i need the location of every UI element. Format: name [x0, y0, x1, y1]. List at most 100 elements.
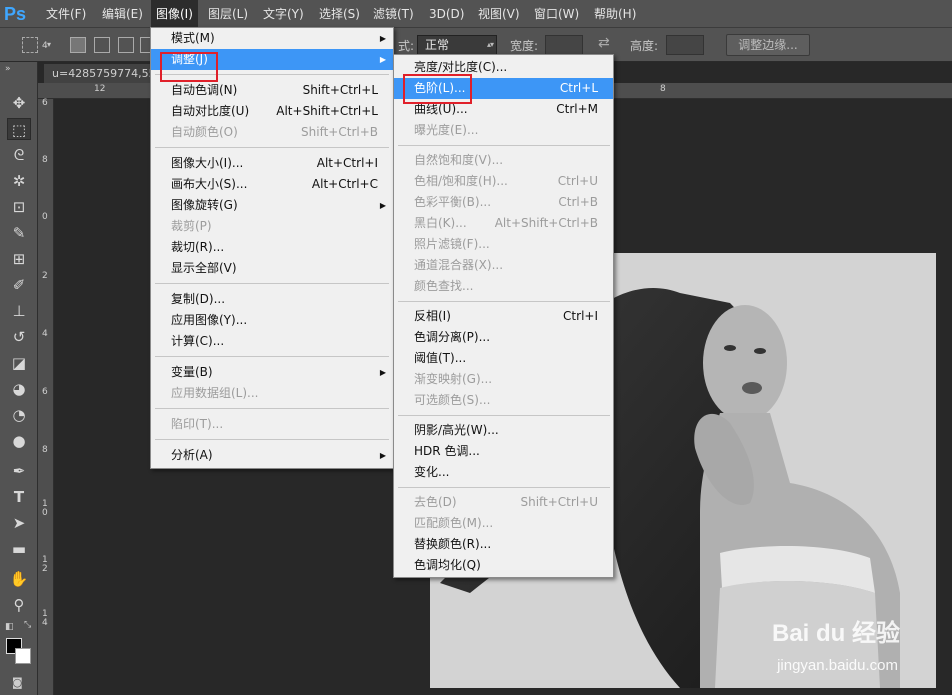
menu-item-HDR-色调[interactable]: HDR 色调... [394, 441, 613, 462]
menu-item-label: 去色(D) [414, 495, 457, 509]
menu-item-应用图像[interactable]: 应用图像(Y)... [151, 310, 393, 331]
menu-item-自动对比度[interactable]: 自动对比度(U) Alt+Shift+Ctrl+L [151, 101, 393, 122]
menu-edit[interactable]: 编辑(E) [97, 0, 148, 28]
menu-item-shortcut: Shift+Ctrl+U [520, 495, 598, 509]
menu-item-label: 照片滤镜(F)... [414, 237, 490, 251]
dodge-tool-icon[interactable]: ● [7, 430, 31, 452]
tools-panel: » ✥ ⬚ ᘓ ✲ ⊡ ✎ ⊞ ✐ ⊥ ↺ ◪ ◕ ◔ ● ✒ T ➤ ▬ ✋ … [0, 62, 38, 695]
menu-item-裁剪: 裁剪(P) [151, 216, 393, 237]
collapse-panel-icon[interactable]: » [5, 64, 11, 74]
submenu-arrow-icon: ▶ [379, 368, 386, 377]
type-tool-icon[interactable]: T [7, 486, 31, 508]
path-selection-tool-icon[interactable]: ➤ [7, 512, 31, 534]
paint-bucket-tool-icon[interactable]: ◕ [7, 378, 31, 400]
pen-tool-icon[interactable]: ✒ [7, 460, 31, 482]
width-input[interactable] [545, 35, 583, 55]
menu-item-自动颜色: 自动颜色(O) Shift+Ctrl+B [151, 122, 393, 143]
menu-item-阴影-高光[interactable]: 阴影/高光(W)... [394, 420, 613, 441]
menu-item-变量[interactable]: 变量(B) ▶ [151, 362, 393, 383]
menu-item-label: 色调分离(P)... [414, 330, 491, 344]
crop-tool-icon[interactable]: ⊡ [7, 196, 31, 218]
menu-separator [155, 147, 389, 148]
height-input[interactable] [666, 35, 704, 55]
menu-item-渐变映射: 渐变映射(G)... [394, 369, 613, 390]
eraser-tool-icon[interactable]: ◪ [7, 352, 31, 374]
new-selection-icon[interactable] [70, 37, 86, 53]
menu-item-shortcut: Ctrl+M [556, 102, 598, 116]
menu-item-label: 自动颜色(O) [171, 125, 238, 139]
default-colors-icon[interactable]: ◧ [5, 622, 14, 632]
rectangular-marquee-tool-icon[interactable]: ⬚ [7, 118, 31, 140]
vertical-ruler: 4 6 8 0 2 4 6 8 1 0 1 2 1 4 [38, 42, 54, 695]
document-tab[interactable]: u=4285759774,55 [44, 64, 164, 84]
adjustments-submenu: 亮度/对比度(C)... 色阶(L)... Ctrl+L 曲线(U)... Ctrl+M… [393, 54, 614, 578]
menu-type[interactable]: 文字(Y) [258, 0, 309, 28]
add-selection-icon[interactable] [94, 37, 110, 53]
menu-item-label: 反相(I) [414, 309, 451, 323]
healing-brush-tool-icon[interactable]: ⊞ [7, 248, 31, 270]
marquee-preset-icon[interactable] [22, 37, 38, 53]
menu-item-计算[interactable]: 计算(C)... [151, 331, 393, 352]
menu-item-label: 图像大小(I)... [171, 156, 244, 170]
menu-window[interactable]: 窗口(W) [529, 0, 584, 28]
swap-dimensions-icon[interactable]: ⇄ [598, 35, 610, 51]
menu-item-画布大小[interactable]: 画布大小(S)... Alt+Ctrl+C [151, 174, 393, 195]
subtract-selection-icon[interactable] [118, 37, 134, 53]
menu-help[interactable]: 帮助(H) [589, 0, 641, 28]
menu-item-label: 陷印(T)... [171, 417, 224, 431]
blur-tool-icon[interactable]: ◔ [7, 404, 31, 426]
menu-item-阈值[interactable]: 阈值(T)... [394, 348, 613, 369]
menu-item-替换颜色[interactable]: 替换颜色(R)... [394, 534, 613, 555]
menu-item-模式[interactable]: 模式(M) ▶ [151, 28, 393, 49]
menu-file[interactable]: 文件(F) [41, 0, 91, 28]
ruler-label: 8 [42, 155, 48, 165]
menu-item-label: 匹配颜色(M)... [414, 516, 494, 530]
image-menu-dropdown: 模式(M) ▶ 调整(J) ▶ 自动色调(N) Shift+Ctrl+L 自动对比度(U) A… [150, 27, 394, 469]
menu-item-裁切[interactable]: 裁切(R)... [151, 237, 393, 258]
menu-item-变化[interactable]: 变化... [394, 462, 613, 483]
hand-tool-icon[interactable]: ✋ [7, 568, 31, 590]
menu-item-自动色调[interactable]: 自动色调(N) Shift+Ctrl+L [151, 80, 393, 101]
zoom-tool-icon[interactable]: ⚲ [7, 594, 31, 616]
quick-mask-icon[interactable]: ◙ [12, 676, 23, 689]
menu-item-label: 可选颜色(S)... [414, 393, 491, 407]
submenu-arrow-icon: ▶ [379, 34, 386, 43]
menu-filter[interactable]: 滤镜(T) [368, 0, 419, 28]
menu-item-陷印: 陷印(T)... [151, 414, 393, 435]
menu-item-色调分离[interactable]: 色调分离(P)... [394, 327, 613, 348]
menu-item-显示全部[interactable]: 显示全部(V) [151, 258, 393, 279]
menu-view[interactable]: 视图(V) [473, 0, 525, 28]
clone-stamp-tool-icon[interactable]: ⊥ [7, 300, 31, 322]
lasso-tool-icon[interactable]: ᘓ [7, 144, 31, 166]
menu-3d[interactable]: 3D(D) [424, 0, 469, 28]
move-tool-icon[interactable]: ✥ [7, 92, 31, 114]
menu-item-shortcut: Shift+Ctrl+B [301, 125, 378, 139]
menu-separator [398, 301, 610, 302]
menu-item-分析[interactable]: 分析(A) ▶ [151, 445, 393, 466]
annotation-box-levels [403, 74, 472, 104]
style-select[interactable]: 正常 [417, 35, 497, 55]
menu-separator [155, 356, 389, 357]
menu-select[interactable]: 选择(S) [314, 0, 365, 28]
menu-item-label: 色相/饱和度(H)... [414, 174, 508, 188]
menu-item-图像旋转[interactable]: 图像旋转(G) ▶ [151, 195, 393, 216]
menu-item-label: 通道混合器(X)... [414, 258, 504, 272]
menu-item-label: 复制(D)... [171, 292, 226, 306]
background-color-swatch[interactable] [15, 648, 31, 664]
menu-item-label: 应用图像(Y)... [171, 313, 248, 327]
menu-item-复制[interactable]: 复制(D)... [151, 289, 393, 310]
eyedropper-tool-icon[interactable]: ✎ [7, 222, 31, 244]
menu-layer[interactable]: 图层(L) [203, 0, 253, 28]
menu-item-label: 阈值(T)... [414, 351, 467, 365]
menu-item-照片滤镜: 照片滤镜(F)... [394, 234, 613, 255]
menu-image[interactable]: 图像(I) [151, 0, 198, 28]
magic-wand-tool-icon[interactable]: ✲ [7, 170, 31, 192]
menu-item-图像大小[interactable]: 图像大小(I)... Alt+Ctrl+I [151, 153, 393, 174]
history-brush-tool-icon[interactable]: ↺ [7, 326, 31, 348]
swap-colors-icon[interactable]: ⤡ [24, 620, 31, 630]
rectangle-tool-icon[interactable]: ▬ [7, 538, 31, 560]
refine-edge-button[interactable]: 调整边缘... [726, 34, 810, 56]
menu-item-反相[interactable]: 反相(I) Ctrl+I [394, 306, 613, 327]
menu-item-色调均化[interactable]: 色调均化(Q) [394, 555, 613, 576]
brush-tool-icon[interactable]: ✐ [7, 274, 31, 296]
